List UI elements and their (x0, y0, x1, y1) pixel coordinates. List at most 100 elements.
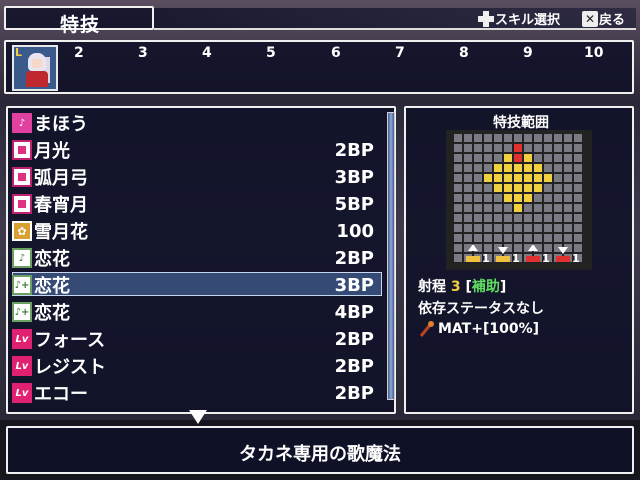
party-slot-8[interactable]: 8 (459, 45, 469, 61)
range-cell (514, 234, 522, 242)
scroll-down-arrow-icon[interactable] (189, 410, 207, 424)
skill-row[interactable]: ♪+ 恋花 3BP (12, 272, 376, 298)
scrollbar[interactable] (387, 112, 395, 400)
range-cell (454, 204, 462, 212)
range-cell (564, 174, 572, 182)
range-cell (544, 154, 552, 162)
range-cell (454, 254, 462, 262)
range-cell (484, 194, 492, 202)
skill-row[interactable]: 春宵月 5BP (12, 191, 376, 217)
category-row[interactable]: ♪ まほう (12, 110, 376, 136)
skill-name: 弧月弓 (34, 168, 88, 189)
skill-row[interactable]: Lv レジスト 2BP (12, 353, 376, 379)
range-cell (464, 214, 472, 222)
skill-name: 雪月花 (34, 222, 88, 243)
range-cell (534, 214, 542, 222)
range-cell (484, 224, 492, 232)
range-cell (544, 144, 552, 152)
party-slot-1[interactable]: L (12, 45, 58, 91)
skill-select-label: スキル選択 (495, 13, 561, 28)
party-slot-3[interactable]: 3 (138, 45, 148, 61)
range-cell (474, 164, 482, 172)
range-cell (534, 224, 542, 232)
level-icon: Lv (12, 356, 32, 376)
range-cell (494, 224, 502, 232)
skill-name: 恋花 (34, 303, 70, 324)
party-slot-9[interactable]: 9 (523, 45, 533, 61)
skill-row[interactable]: Lv エコー 2BP (12, 380, 376, 406)
modifier-value: 1 (572, 252, 580, 265)
range-cell (524, 164, 532, 172)
range-cell (544, 174, 552, 182)
range-cell (554, 194, 562, 202)
range-cell (534, 194, 542, 202)
skill-box-icon (12, 167, 32, 187)
party-slot-10[interactable]: 10 (584, 45, 603, 61)
skill-cost: 5BP (334, 193, 374, 215)
range-cell (504, 174, 512, 182)
party-bar: L 2 3 4 5 6 7 8 9 10 (4, 40, 634, 94)
range-cell (494, 144, 502, 152)
party-slot-4[interactable]: 4 (202, 45, 212, 61)
range-cell (534, 164, 542, 172)
skill-cost: 2BP (334, 382, 374, 404)
range-cell (574, 174, 582, 182)
skill-name: エコー (34, 384, 88, 405)
skill-box-icon (12, 140, 32, 160)
range-cell (524, 134, 532, 142)
range-cell (484, 144, 492, 152)
range-cell (474, 194, 482, 202)
range-cell (524, 174, 532, 182)
skill-row[interactable]: Lv フォース 2BP (12, 326, 376, 352)
character-face (32, 59, 42, 68)
range-cell (464, 204, 472, 212)
range-cell (474, 234, 482, 242)
range-cell (554, 144, 562, 152)
range-cell (464, 194, 472, 202)
skill-row[interactable]: 雪月花 100 (12, 218, 376, 244)
skill-name: フォース (34, 330, 106, 351)
range-cell (574, 194, 582, 202)
skill-row[interactable]: ♪ 恋花 2BP (12, 245, 376, 271)
skill-description: タカネ専用の歌魔法 (239, 444, 401, 465)
range-cell (504, 154, 512, 162)
skill-row[interactable]: 弧月弓 3BP (12, 164, 376, 190)
range-cell (524, 214, 532, 222)
range-cell (454, 174, 462, 182)
back-hint[interactable]: ✕ 戻る (582, 9, 625, 28)
range-cell (454, 214, 462, 222)
party-slot-5[interactable]: 5 (266, 45, 276, 61)
range-cell (514, 144, 522, 152)
range-cell (514, 194, 522, 202)
party-slot-6[interactable]: 6 (331, 45, 341, 61)
range-cell (474, 134, 482, 142)
range-cell (454, 134, 462, 142)
range-cell (524, 144, 532, 152)
range-cell (474, 214, 482, 222)
skill-cost: 2BP (334, 247, 374, 269)
range-cell (514, 174, 522, 182)
range-label: 射程 (418, 279, 446, 295)
skill-name: レジスト (34, 357, 106, 378)
range-cell (464, 134, 472, 142)
level-icon: Lv (12, 383, 32, 403)
bonus-line: MAT+[100%] (418, 320, 539, 338)
range-cell (474, 174, 482, 182)
party-slot-2[interactable]: 2 (74, 45, 84, 61)
range-cell (544, 184, 552, 192)
skill-row[interactable]: 月光 2BP (12, 137, 376, 163)
wand-icon (419, 321, 434, 337)
range-cell (574, 164, 582, 172)
range-cell (514, 134, 522, 142)
party-slot-7[interactable]: 7 (395, 45, 405, 61)
range-line: 射程 3 [補助] (418, 279, 507, 295)
range-cell (554, 234, 562, 242)
skill-row[interactable]: ♪+ 恋花 4BP (12, 299, 376, 325)
range-cell (474, 154, 482, 162)
skill-name: 月光 (34, 141, 70, 162)
range-cell (544, 224, 552, 232)
range-cell (564, 134, 572, 142)
range-cell (454, 154, 462, 162)
music-plus-icon: ♪+ (12, 275, 32, 295)
range-cell (534, 184, 542, 192)
